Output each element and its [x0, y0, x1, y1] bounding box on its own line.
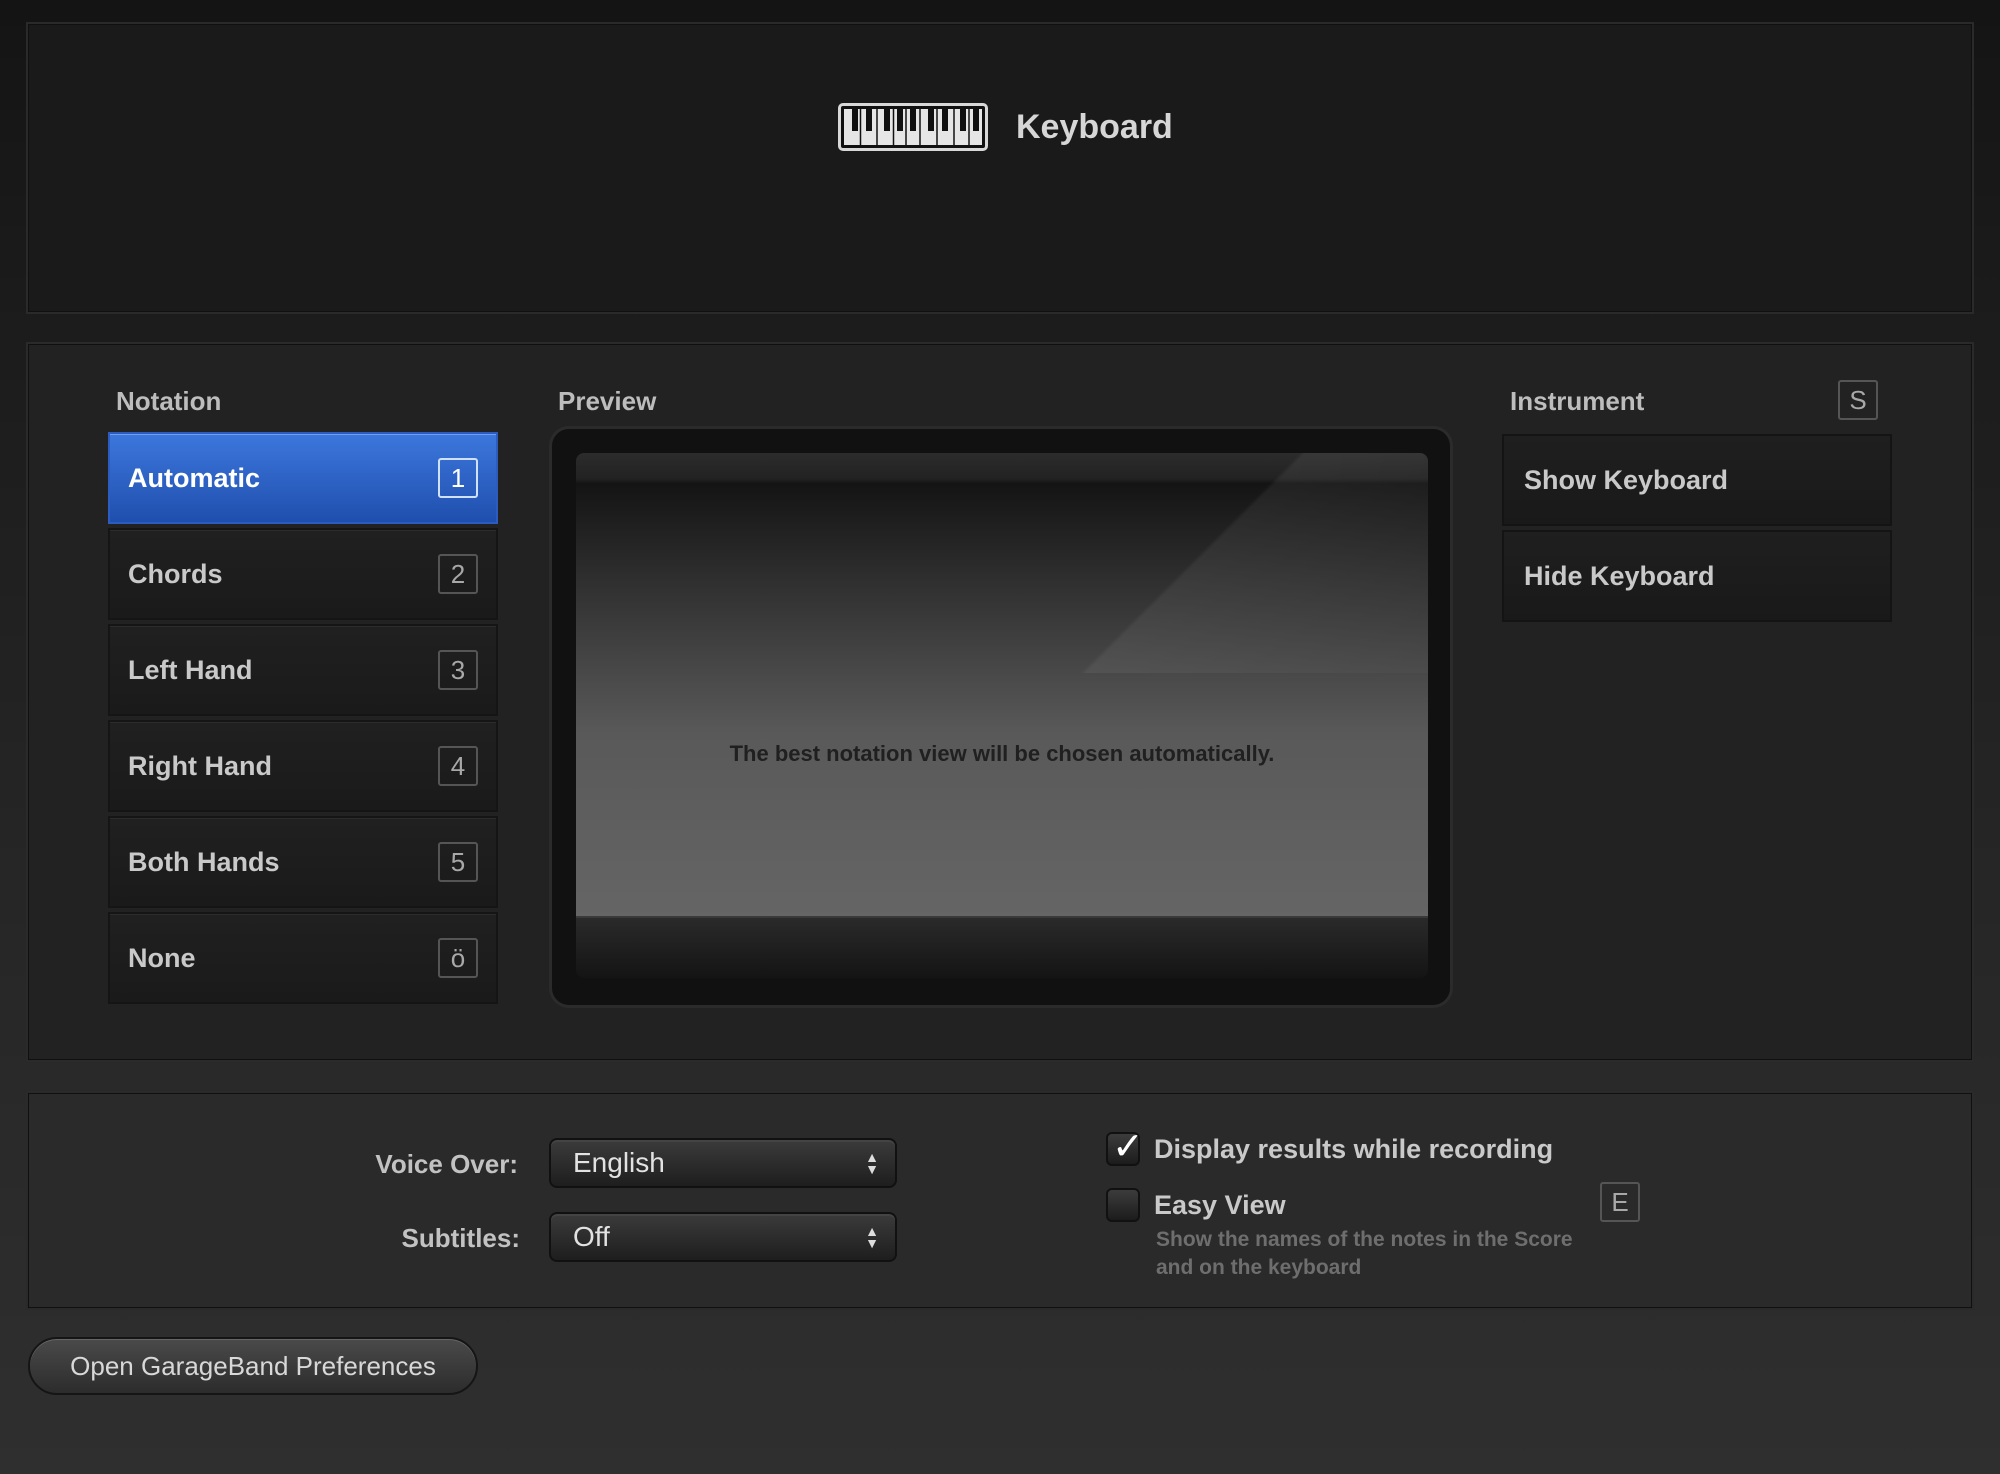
notation-item-left-hand[interactable]: Left Hand 3 — [108, 624, 498, 716]
shortcut-key: 2 — [438, 554, 478, 594]
preview-message: The best notation view will be chosen au… — [729, 741, 1275, 766]
hide-keyboard-button[interactable]: Hide Keyboard — [1502, 530, 1892, 622]
instrument-heading: Instrument — [1510, 386, 1645, 416]
preview-frame: The best notation view will be chosen au… — [549, 426, 1453, 1008]
voice-over-value: English — [573, 1147, 665, 1178]
shortcut-key: 3 — [438, 650, 478, 690]
notation-heading: Notation — [116, 386, 222, 416]
easy-view-row[interactable]: Easy View — [1106, 1188, 1286, 1222]
settings-panel — [26, 1091, 1974, 1310]
notation-item-label: Left Hand — [128, 654, 253, 685]
preview-heading: Preview — [558, 386, 657, 416]
checkmark-icon: ✓ — [1112, 1124, 1144, 1168]
notation-item-label: Automatic — [128, 462, 261, 493]
instrument-shortcut-key: S — [1838, 380, 1878, 420]
preview-gloss — [1068, 453, 1428, 673]
select-arrows-icon: ▲ ▼ — [865, 1149, 879, 1177]
display-results-checkbox[interactable]: ✓ — [1106, 1124, 1144, 1168]
notation-item-label: Both Hands — [128, 846, 280, 877]
subtitles-label: Subtitles: — [401, 1223, 520, 1253]
shortcut-key: ö — [438, 938, 478, 978]
easy-view-shortcut-key: E — [1600, 1182, 1640, 1222]
shortcut-key: 5 — [438, 842, 478, 882]
header-panel — [26, 22, 1974, 314]
notation-item-chords[interactable]: Chords 2 — [108, 528, 498, 620]
notation-item-automatic[interactable]: Automatic 1 — [108, 432, 498, 524]
notation-item-none[interactable]: None ö — [108, 912, 498, 1004]
notation-item-right-hand[interactable]: Right Hand 4 — [108, 720, 498, 812]
easy-view-label: Easy View — [1154, 1189, 1286, 1220]
shortcut-key: 1 — [438, 458, 478, 498]
subtitles-select[interactable]: Off ▲ ▼ — [549, 1212, 897, 1262]
preview-keyboard-bar — [576, 916, 1428, 978]
notation-item-both-hands[interactable]: Both Hands 5 — [108, 816, 498, 908]
show-keyboard-button[interactable]: Show Keyboard — [1502, 434, 1892, 526]
select-arrows-icon: ▲ ▼ — [865, 1223, 879, 1251]
display-results-label: Display results while recording — [1154, 1133, 1554, 1164]
preview-screen: The best notation view will be chosen au… — [576, 453, 1428, 963]
notation-item-label: None — [128, 942, 196, 973]
easy-view-checkbox[interactable] — [1106, 1188, 1140, 1222]
open-garageband-preferences-button[interactable]: Open GarageBand Preferences — [28, 1337, 478, 1395]
header-title-group: Keyboard — [838, 102, 1173, 152]
keyboard-icon — [838, 103, 988, 151]
shortcut-key: 4 — [438, 746, 478, 786]
notation-item-label: Chords — [128, 558, 223, 589]
instrument-item-label: Hide Keyboard — [1524, 560, 1715, 591]
display-results-row[interactable]: ✓ Display results while recording — [1106, 1124, 1554, 1168]
page-title: Keyboard — [1016, 107, 1173, 146]
voice-over-label: Voice Over: — [375, 1149, 518, 1179]
subtitles-value: Off — [573, 1221, 610, 1252]
easy-view-description: Show the names of the notes in the Score… — [1156, 1228, 1573, 1279]
instrument-item-label: Show Keyboard — [1524, 464, 1729, 495]
voice-over-select[interactable]: English ▲ ▼ — [549, 1138, 897, 1188]
notation-item-label: Right Hand — [128, 750, 272, 781]
